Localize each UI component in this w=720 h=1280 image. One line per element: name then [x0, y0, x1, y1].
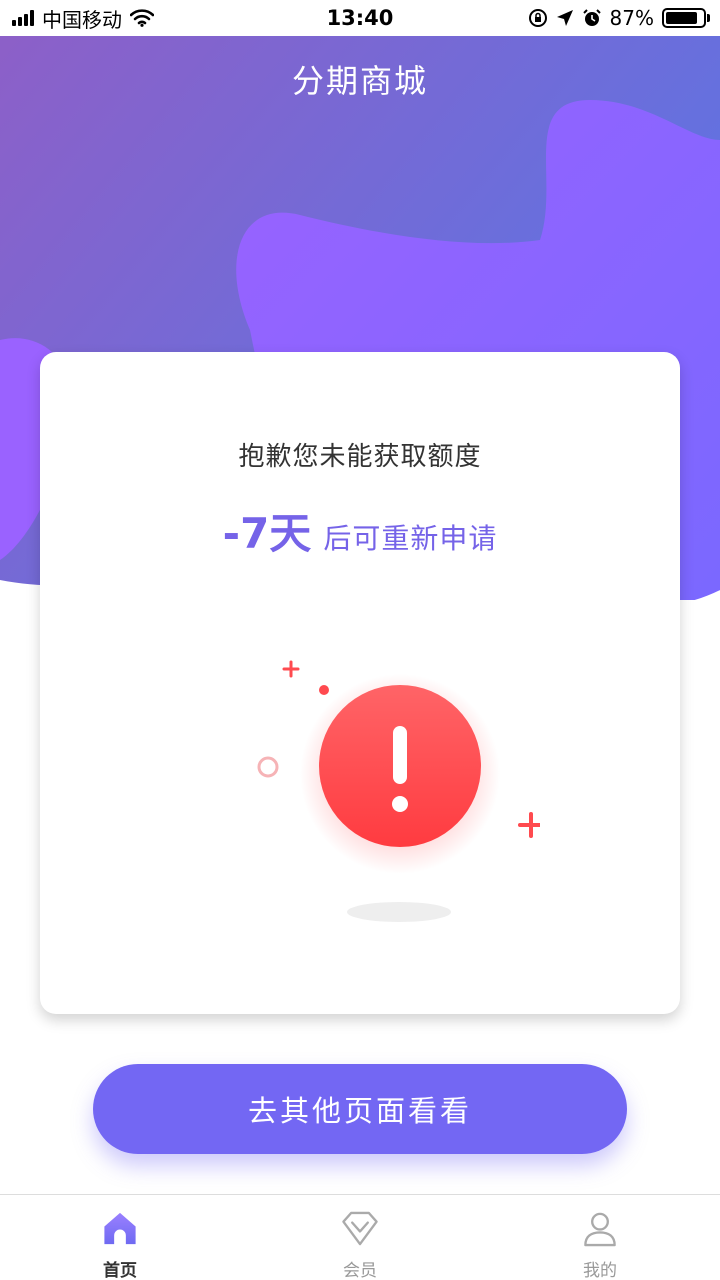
plus-decoration-large	[518, 812, 540, 838]
countdown-value: -7天	[222, 509, 312, 558]
battery-icon	[662, 8, 710, 28]
countdown-text: 后可重新申请	[323, 522, 498, 555]
carrier-label: 中国移动	[42, 7, 122, 32]
user-icon	[584, 1212, 616, 1247]
plus-decoration-small	[282, 660, 300, 678]
tab-home-label: 首页	[103, 1261, 137, 1280]
wifi-icon	[130, 9, 154, 27]
ring-decoration	[257, 756, 279, 778]
browse-other-pages-button[interactable]: 去其他页面看看	[93, 1064, 627, 1154]
dot-decoration	[319, 685, 329, 695]
reapply-countdown: -7天 后可重新申请	[40, 500, 680, 561]
signal-icon	[12, 10, 34, 26]
home-icon	[104, 1212, 136, 1245]
shadow-ellipse	[347, 902, 451, 922]
alarm-icon	[582, 9, 601, 26]
battery-percent: 87%	[609, 6, 654, 30]
tab-profile-label: 我的	[583, 1261, 617, 1280]
tab-membership[interactable]: 会员	[240, 1195, 480, 1280]
page-title: 分期商城	[291, 62, 428, 100]
tab-profile[interactable]: 我的	[480, 1195, 720, 1280]
diamond-icon	[342, 1211, 378, 1246]
status-bar: 中国移动 13:40 87%	[0, 0, 720, 36]
failure-message: 抱歉您未能获取额度	[238, 442, 482, 472]
screen: 中国移动 13:40 87% 分期商城 抱歉您未能获取额度 -7天 后可重新申请…	[0, 0, 720, 1280]
warning-illustration	[257, 660, 540, 922]
location-icon	[556, 10, 573, 26]
tab-membership-label: 会员	[343, 1261, 377, 1280]
rotation-lock-icon	[528, 9, 547, 27]
tab-home[interactable]: 首页	[0, 1195, 240, 1280]
result-card: 抱歉您未能获取额度 -7天 后可重新申请	[40, 352, 680, 1014]
tab-bar: 首页 会员 我的	[0, 1194, 720, 1280]
